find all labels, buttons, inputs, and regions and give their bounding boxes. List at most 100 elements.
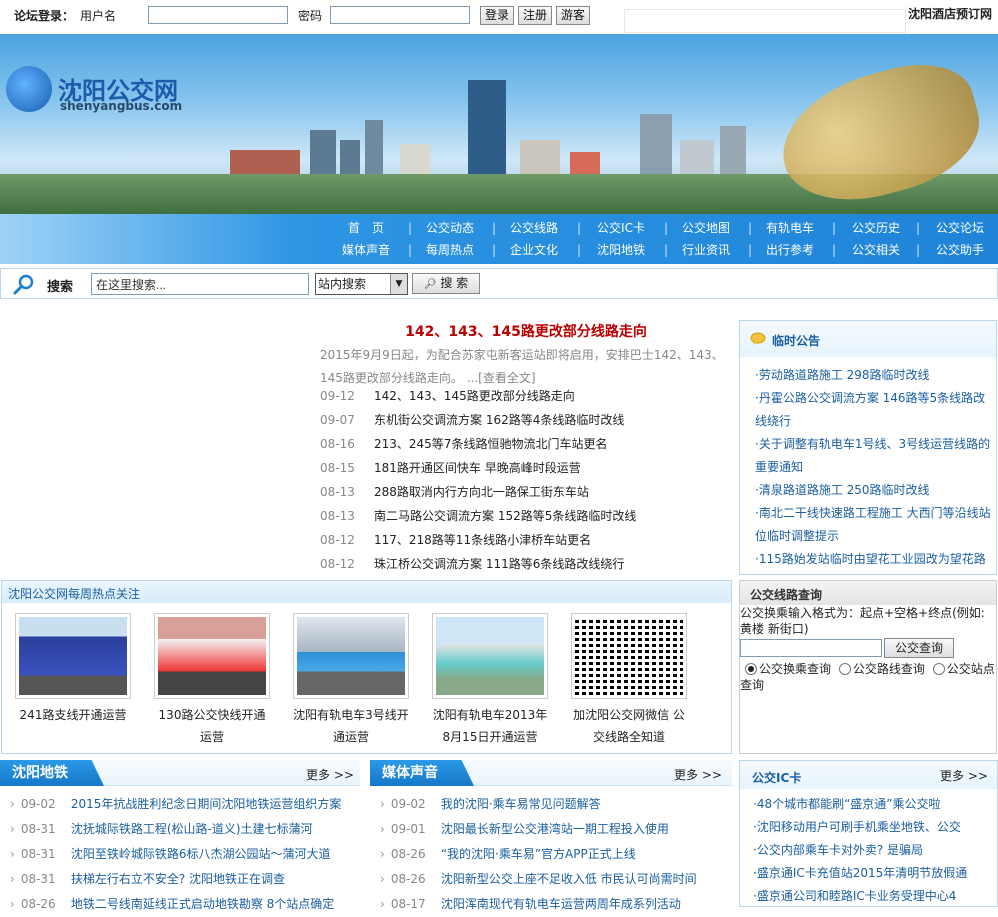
nav-home[interactable]: 首 页 bbox=[336, 219, 396, 237]
hot-item[interactable]: 加沈阳公交网微信 公交线路全知道 bbox=[570, 613, 688, 748]
search-scope-select[interactable]: 站内搜索 ▼ bbox=[315, 273, 408, 295]
hot-caption[interactable]: 130路公交快线开通运营 bbox=[153, 704, 271, 748]
media-item-title[interactable]: 沈阳浑南现代有轨电车运营两周年成系列活动 bbox=[441, 897, 681, 911]
hot-thumbnail[interactable] bbox=[15, 613, 131, 699]
metro-title[interactable]: 沈阳地铁 bbox=[0, 760, 104, 786]
news-item[interactable]: 08-12 117、218路等11条线路小津桥车站更名 bbox=[320, 528, 591, 552]
qr-code-icon[interactable] bbox=[571, 613, 687, 699]
metro-item[interactable]: › 08-31 沈抚城际铁路工程(松山路-道义)土建七标蒲河 bbox=[10, 817, 313, 842]
notice-item[interactable]: ·115路始发站临时由望花工业园改为望花路 bbox=[755, 548, 995, 571]
metro-item[interactable]: › 08-31 扶梯左行右立不安全? 沈阳地铁正在调查 bbox=[10, 867, 285, 892]
news-item[interactable]: 08-13 288路取消内行方向北一路保工街东车站 bbox=[320, 480, 589, 504]
metro-item-title[interactable]: 沈阳至铁岭城际铁路6标八杰湖公园站～蒲河大道 bbox=[71, 847, 331, 861]
radio-transfer[interactable] bbox=[745, 663, 757, 675]
hot-caption[interactable]: 241路支线开通运营 bbox=[14, 704, 132, 726]
nav-tram[interactable]: 有轨电车 bbox=[760, 219, 820, 237]
radio-stop[interactable] bbox=[932, 663, 945, 675]
news-title[interactable]: 东机街公交调流方案 162路等4条线路临时改线 bbox=[374, 413, 624, 427]
nav-weekly-hot[interactable]: 每周热点 bbox=[420, 241, 480, 259]
metro-item-title[interactable]: 2015年抗战胜利纪念日期间沈阳地铁运营组织方案 bbox=[71, 797, 342, 811]
nav-history[interactable]: 公交历史 bbox=[846, 219, 906, 237]
ic-card-more-link[interactable]: 更多 >> bbox=[940, 767, 988, 784]
nav-bus-news[interactable]: 公交动态 bbox=[420, 219, 480, 237]
hotel-link[interactable]: 沈阳酒店预订网 bbox=[908, 7, 992, 21]
nav-industry[interactable]: 行业资讯 bbox=[676, 241, 736, 259]
hot-item[interactable]: 241路支线开通运营 bbox=[14, 613, 132, 726]
media-item[interactable]: › 09-02 我的沈阳·乘车易常见问题解答 bbox=[380, 792, 601, 817]
news-item[interactable]: 09-12 142、143、145路更改部分线路走向 bbox=[320, 384, 575, 408]
hot-thumbnail[interactable] bbox=[154, 613, 270, 699]
metro-more-link[interactable]: 更多 >> bbox=[306, 766, 354, 783]
hot-caption[interactable]: 加沈阳公交网微信 公交线路全知道 bbox=[570, 704, 688, 748]
route-query-button[interactable]: 公交查询 bbox=[884, 638, 954, 658]
news-title[interactable]: 181路开通区间快车 早晚高峰时段运营 bbox=[374, 461, 581, 475]
radio-transfer-label[interactable]: 公交换乘查询 bbox=[759, 662, 831, 676]
media-item-title[interactable]: 我的沈阳·乘车易常见问题解答 bbox=[441, 797, 601, 811]
news-title[interactable]: 142、143、145路更改部分线路走向 bbox=[374, 389, 575, 403]
news-title[interactable]: 珠江桥公交调流方案 111路等6条线路改线绕行 bbox=[374, 557, 624, 571]
media-more-link[interactable]: 更多 >> bbox=[674, 766, 722, 783]
media-item[interactable]: › 09-01 沈阳最长新型公交港湾站一期工程投入使用 bbox=[380, 817, 669, 842]
radio-line-label[interactable]: 公交路线查询 bbox=[853, 662, 925, 676]
news-title[interactable]: 117、218路等11条线路小津桥车站更名 bbox=[374, 533, 591, 547]
nav-culture[interactable]: 企业文化 bbox=[504, 241, 564, 259]
search-button[interactable]: 🔎︎ 搜 索 bbox=[412, 273, 480, 294]
media-item[interactable]: › 08-26 “我的沈阳·乘车易”官方APP正式上线 bbox=[380, 842, 636, 867]
media-item[interactable]: › 08-26 沈阳新型公交上座不足收入低 市民认可尚需时间 bbox=[380, 867, 697, 892]
nav-ic-card[interactable]: 公交IC卡 bbox=[589, 219, 653, 237]
metro-item[interactable]: › 09-02 2015年抗战胜利纪念日期间沈阳地铁运营组织方案 bbox=[10, 792, 341, 817]
login-button[interactable]: 登录 bbox=[480, 6, 514, 25]
news-item[interactable]: 08-15 181路开通区间快车 早晚高峰时段运营 bbox=[320, 456, 581, 480]
news-item[interactable]: 08-12 珠江桥公交调流方案 111路等6条线路改线绕行 bbox=[320, 552, 624, 576]
register-button[interactable]: 注册 bbox=[518, 6, 552, 25]
media-item-title[interactable]: 沈阳新型公交上座不足收入低 市民认可尚需时间 bbox=[441, 872, 697, 886]
notice-item[interactable]: ·劳动路道路施工 298路临时改线 bbox=[755, 364, 995, 387]
guest-button[interactable]: 游客 bbox=[556, 6, 590, 25]
notice-item[interactable]: ·丹霍公路公交调流方案 146路等5条线路改线绕行 bbox=[755, 387, 995, 433]
ic-card-item[interactable]: ·盛京通公司和睦路IC卡业务受理中心4 bbox=[753, 885, 956, 908]
nav-metro[interactable]: 沈阳地铁 bbox=[589, 241, 653, 259]
nav-bus-map[interactable]: 公交地图 bbox=[676, 219, 736, 237]
hot-caption[interactable]: 沈阳有轨电车3号线开通运营 bbox=[292, 704, 410, 748]
nav-related[interactable]: 公交相关 bbox=[846, 241, 906, 259]
news-item[interactable]: 08-13 南二马路公交调流方案 152路等5条线路临时改线 bbox=[320, 504, 636, 528]
metro-item[interactable]: › 08-31 沈阳至铁岭城际铁路6标八杰湖公园站～蒲河大道 bbox=[10, 842, 330, 867]
news-title[interactable]: 213、245等7条线路恒驰物流北门车站更名 bbox=[374, 437, 607, 451]
radio-line[interactable] bbox=[838, 663, 851, 675]
hot-thumbnail[interactable] bbox=[293, 613, 409, 699]
route-input[interactable] bbox=[740, 639, 882, 657]
notice-item[interactable]: ·清泉路道路施工 250路临时改线 bbox=[755, 479, 995, 502]
media-title[interactable]: 媒体声音 bbox=[370, 760, 474, 786]
media-item-title[interactable]: 沈阳最长新型公交港湾站一期工程投入使用 bbox=[441, 822, 669, 836]
hot-item[interactable]: 沈阳有轨电车2013年8月15日开通运营 bbox=[431, 613, 549, 748]
nav-bus-routes[interactable]: 公交线路 bbox=[504, 219, 564, 237]
password-input[interactable] bbox=[330, 6, 470, 24]
media-item-title[interactable]: “我的沈阳·乘车易”官方APP正式上线 bbox=[441, 847, 636, 861]
nav-assistant[interactable]: 公交助手 bbox=[930, 241, 990, 259]
metro-item-title[interactable]: 地铁二号线南延线正式启动地铁勘察 8个站点确定 bbox=[71, 897, 334, 911]
read-more-link[interactable]: ...[查看全文] bbox=[467, 371, 536, 385]
news-item[interactable]: 08-16 213、245等7条线路恒驰物流北门车站更名 bbox=[320, 432, 607, 456]
news-item[interactable]: 09-07 东机街公交调流方案 162路等4条线路临时改线 bbox=[320, 408, 624, 432]
nav-forum[interactable]: 公交论坛 bbox=[930, 219, 990, 237]
metro-item[interactable]: › 08-26 地铁二号线南延线正式启动地铁勘察 8个站点确定 bbox=[10, 892, 334, 917]
hot-thumbnail[interactable] bbox=[432, 613, 548, 699]
news-title[interactable]: 南二马路公交调流方案 152路等5条线路临时改线 bbox=[374, 509, 636, 523]
hot-item[interactable]: 130路公交快线开通运营 bbox=[153, 613, 271, 748]
media-item[interactable]: › 08-17 沈阳浑南现代有轨电车运营两周年成系列活动 bbox=[380, 892, 681, 917]
news-title[interactable]: 288路取消内行方向北一路保工街东车站 bbox=[374, 485, 589, 499]
headline-title[interactable]: 142、143、145路更改部分线路走向 bbox=[320, 321, 732, 341]
search-input[interactable] bbox=[91, 273, 309, 295]
notice-item[interactable]: ·关于调整有轨电车1号线、3号线运营线路的重要通知 bbox=[755, 433, 995, 479]
username-input[interactable] bbox=[148, 6, 288, 24]
metro-item-title[interactable]: 沈抚城际铁路工程(松山路-道义)土建七标蒲河 bbox=[71, 822, 313, 836]
ic-card-item[interactable]: ·盛京通IC卡充值站2015年清明节放假通 bbox=[753, 862, 967, 885]
hot-caption[interactable]: 沈阳有轨电车2013年8月15日开通运营 bbox=[431, 704, 549, 748]
nav-travel[interactable]: 出行参考 bbox=[760, 241, 820, 259]
nav-media[interactable]: 媒体声音 bbox=[336, 241, 396, 259]
hot-item[interactable]: 沈阳有轨电车3号线开通运营 bbox=[292, 613, 410, 748]
ic-card-item[interactable]: ·48个城市都能刷“盛京通”乘公交啦 bbox=[753, 793, 941, 816]
ic-card-item[interactable]: ·沈阳移动用户可刷手机乘坐地铁、公交 bbox=[753, 816, 961, 839]
notice-item[interactable]: ·南北二干线快速路工程施工 大西门等沿线站位临时调整提示 bbox=[755, 502, 995, 548]
ic-card-item[interactable]: ·公交内部乘车卡对外卖? 是骗局 bbox=[753, 839, 923, 862]
